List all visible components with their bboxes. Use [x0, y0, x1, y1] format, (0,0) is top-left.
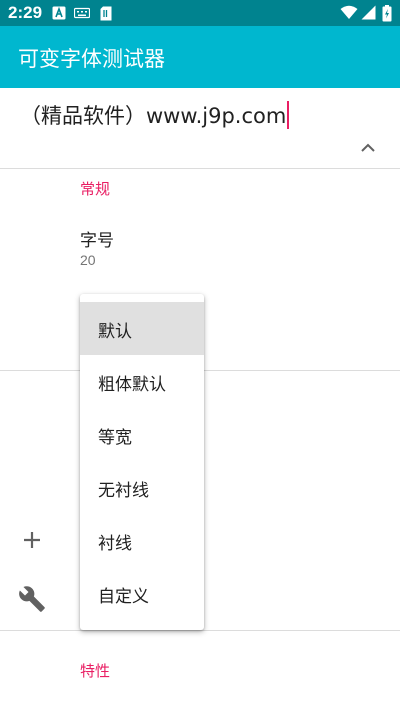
- sample-text-input[interactable]: （精品软件）www.j9p.com: [20, 100, 290, 130]
- app-bar: 可变字体测试器: [0, 26, 400, 88]
- a-notification-icon: [52, 6, 66, 20]
- font-menu-item[interactable]: 无衬线: [80, 461, 204, 514]
- font-menu-item[interactable]: 粗体默认: [80, 355, 204, 408]
- wifi-icon: [340, 5, 358, 19]
- divider: [0, 168, 400, 169]
- font-menu-item-label: 粗体默认: [98, 375, 166, 395]
- section-title-general: 常规: [80, 180, 111, 198]
- font-menu-item[interactable]: 衬线: [80, 514, 204, 567]
- battery-charging-icon: [382, 5, 392, 22]
- font-menu-item[interactable]: 自定义: [80, 567, 204, 620]
- font-menu-item-label: 等宽: [98, 428, 132, 448]
- app-title: 可变字体测试器: [18, 47, 165, 71]
- font-size-value: 20: [80, 252, 96, 268]
- section-title-features: 特性: [80, 662, 111, 680]
- text-cursor: [287, 101, 290, 129]
- font-size-title: 字号: [80, 231, 114, 251]
- font-menu-item-label: 自定义: [98, 587, 149, 607]
- sample-text-area[interactable]: （精品软件）www.j9p.com: [0, 88, 400, 168]
- font-menu-item-label: 无衬线: [98, 481, 149, 501]
- status-time: 2:29: [8, 3, 43, 22]
- add-icon[interactable]: [18, 526, 46, 554]
- wrench-icon[interactable]: [18, 585, 46, 613]
- font-menu-item[interactable]: 等宽: [80, 408, 204, 461]
- signal-icon: [361, 5, 376, 20]
- status-bar: 2:29: [0, 0, 400, 26]
- sd-card-icon: [100, 6, 112, 21]
- font-menu-item-label: 衬线: [98, 534, 132, 554]
- chevron-up-icon[interactable]: [356, 136, 380, 160]
- keyboard-icon: [74, 7, 90, 19]
- sample-text-value: （精品软件）www.j9p.com: [20, 104, 287, 128]
- font-menu-item[interactable]: 默认: [80, 302, 204, 355]
- font-menu-item-label: 默认: [98, 322, 132, 342]
- divider: [0, 630, 400, 631]
- font-menu: 默认 粗体默认 等宽 无衬线 衬线 自定义: [80, 294, 204, 630]
